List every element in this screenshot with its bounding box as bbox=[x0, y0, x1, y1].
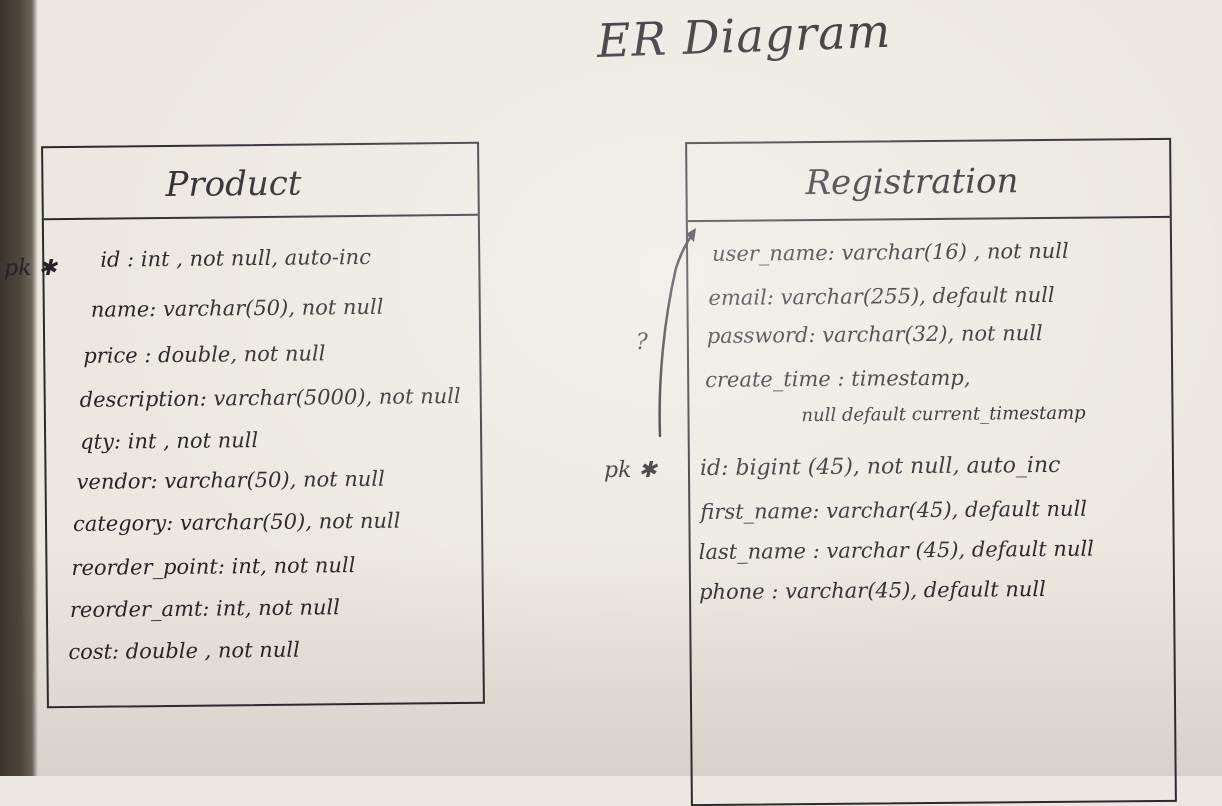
connector-arrow bbox=[658, 228, 696, 438]
